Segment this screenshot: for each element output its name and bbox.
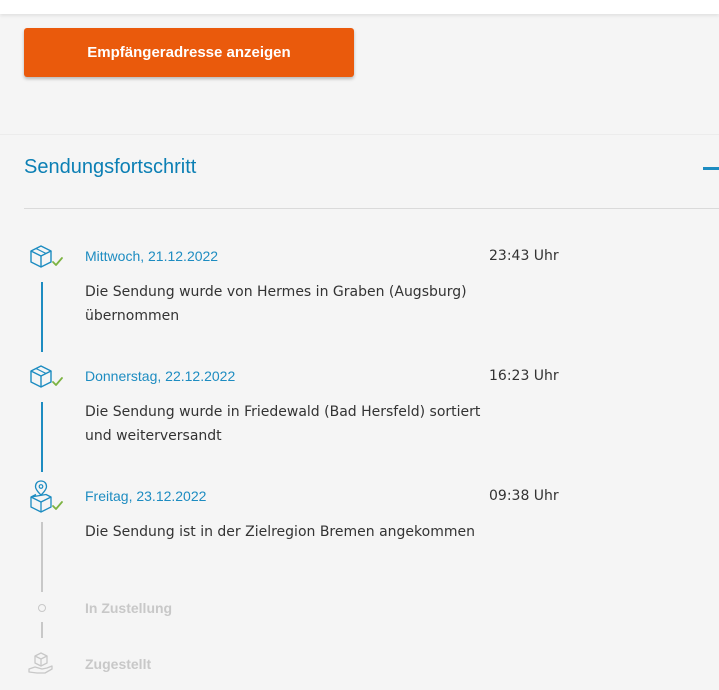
dot-icon [38, 604, 46, 612]
show-recipient-address-button[interactable]: Empfängeradresse anzeigen [24, 28, 354, 77]
event-time: 09:38 Uhr [489, 488, 559, 504]
pending-step-label: In Zustellung [85, 600, 173, 616]
event-description: Die Sendung ist in der Zielregion Bremen… [85, 524, 475, 540]
location-box-check-icon [30, 480, 63, 513]
event-time: 16:23 Uhr [489, 368, 559, 384]
timeline-line [41, 522, 43, 592]
top-card [0, 0, 719, 14]
event-date: Mittwoch, 21.12.2022 [85, 248, 219, 264]
section-title: Sendungsfortschritt [24, 156, 197, 178]
timeline-line [41, 402, 43, 472]
pending-step-label: Zugestellt [85, 656, 152, 672]
event-date: Freitag, 23.12.2022 [85, 488, 207, 504]
timeline-line [41, 622, 43, 638]
box-check-icon [30, 245, 63, 268]
event-time: 23:43 Uhr [489, 248, 559, 264]
event-date: Donnerstag, 22.12.2022 [85, 368, 236, 384]
event-description: Die Sendung wurde von Hermes in Graben (… [85, 284, 467, 324]
box-check-icon [30, 365, 63, 388]
hand-box-icon [28, 652, 53, 674]
collapse-icon[interactable] [703, 167, 719, 170]
timeline-line [41, 282, 43, 352]
divider [24, 208, 719, 209]
event-description: Die Sendung wurde in Friedewald (Bad Her… [85, 404, 481, 444]
